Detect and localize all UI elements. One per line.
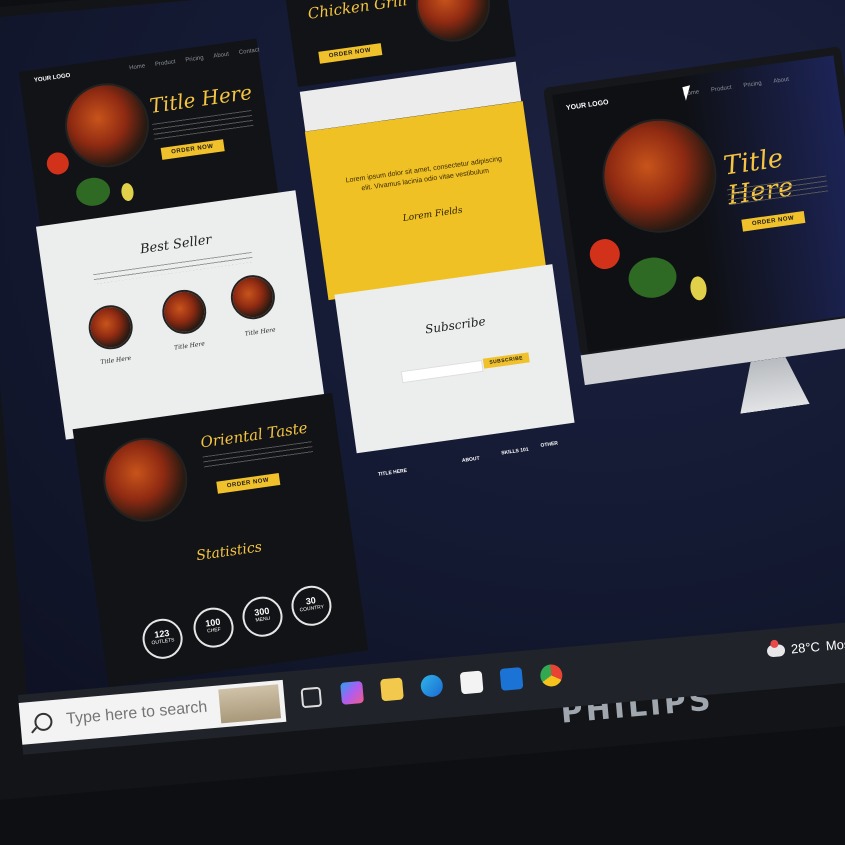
footer-col: SKILLS 101 bbox=[500, 446, 529, 457]
outlook-icon[interactable] bbox=[499, 667, 524, 691]
subscribe-button[interactable]: SUBSCRIBE bbox=[482, 352, 530, 369]
lemon-image bbox=[120, 182, 135, 202]
task-view-icon[interactable] bbox=[300, 686, 323, 709]
item-title: Title Here bbox=[173, 340, 206, 352]
preview-logo: YOUR LOGO bbox=[565, 99, 610, 112]
chrome-icon[interactable] bbox=[539, 663, 564, 688]
preview-monitor: YOUR LOGO Home Product Pricing About Tit… bbox=[543, 46, 845, 405]
pepper-image bbox=[45, 151, 71, 176]
search-highlight-image bbox=[218, 684, 282, 724]
middle-footer: TITLE HERE ABOUT SKILLS 101 OTHER bbox=[366, 433, 585, 541]
nav-item[interactable]: Product bbox=[155, 58, 177, 69]
edge-icon[interactable] bbox=[419, 673, 444, 698]
search-icon bbox=[33, 712, 54, 732]
greens-image bbox=[74, 175, 112, 209]
middle-order-button[interactable]: ORDER NOW bbox=[318, 43, 382, 64]
file-explorer-icon[interactable] bbox=[380, 677, 404, 702]
preview-nav: Home Product Pricing About bbox=[683, 76, 790, 99]
statistics-title: Statistics bbox=[195, 539, 263, 565]
hero-order-button[interactable]: ORDER NOW bbox=[160, 139, 225, 160]
preview-pepper-image bbox=[587, 237, 622, 272]
middle-title: Chicken Grill bbox=[306, 0, 409, 23]
preview-nav-item[interactable]: Pricing bbox=[743, 80, 762, 90]
oriental-food-image bbox=[100, 434, 191, 525]
stat-country: 30 COUNTRY bbox=[288, 583, 335, 629]
store-icon[interactable] bbox=[459, 670, 484, 695]
subscribe-section: Subscribe SUBSCRIBE bbox=[334, 264, 575, 454]
quote-text: Lorem ipsum dolor sit amet, consectetur … bbox=[345, 155, 503, 193]
search-input[interactable] bbox=[63, 695, 229, 731]
stat-menu: 300 MENU bbox=[239, 594, 286, 640]
weather-icon bbox=[766, 643, 786, 658]
nav-item[interactable]: About bbox=[213, 51, 230, 61]
oriental-section: Oriental Taste ORDER NOW Statistics 123 … bbox=[72, 392, 369, 687]
hero-nav: Home Product Pricing About Contact bbox=[129, 46, 260, 72]
subscribe-email-input[interactable] bbox=[400, 359, 484, 384]
stat-chef: 100 CHEF bbox=[190, 605, 237, 651]
nav-item[interactable]: Contact bbox=[238, 46, 260, 57]
weather-text: Mostly bbox=[825, 635, 845, 654]
subscribe-title: Subscribe bbox=[424, 314, 487, 337]
quote-author: Lorem Fields bbox=[402, 205, 464, 224]
best-seller-text bbox=[93, 251, 253, 285]
preview-nav-item[interactable]: About bbox=[773, 76, 790, 86]
preview-monitor-screen: YOUR LOGO Home Product Pricing About Tit… bbox=[552, 55, 845, 353]
item-image bbox=[88, 304, 134, 350]
logo: YOUR LOGO bbox=[33, 72, 71, 84]
footer-col: TITLE HERE bbox=[377, 467, 408, 478]
item-image bbox=[230, 274, 276, 320]
screen: YOUR LOGO Home Product Pricing About Con… bbox=[0, 0, 845, 738]
nav-item[interactable]: Home bbox=[129, 62, 146, 72]
copilot-icon[interactable] bbox=[340, 680, 365, 705]
oriental-order-button[interactable]: ORDER NOW bbox=[216, 473, 280, 494]
middle-food-image bbox=[413, 0, 493, 45]
weather-widget[interactable]: 28°C Mostly bbox=[766, 635, 845, 658]
food-image bbox=[61, 80, 153, 171]
best-seller-title: Best Seller bbox=[139, 232, 213, 258]
item-title: Title Here bbox=[100, 354, 132, 366]
preview-greens-image bbox=[625, 254, 680, 301]
footer-col: ABOUT bbox=[461, 455, 481, 464]
stat-outlets: 123 OUTLETS bbox=[140, 616, 186, 662]
preview-nav-item[interactable]: Product bbox=[711, 84, 733, 95]
preview-lemon-image bbox=[688, 275, 709, 302]
footer-col: OTHER bbox=[540, 440, 559, 449]
item-title: Title Here bbox=[244, 326, 277, 338]
weather-temp: 28°C bbox=[790, 638, 821, 657]
item-image bbox=[161, 289, 207, 335]
preview-food-image bbox=[597, 113, 722, 238]
preview-order-button[interactable]: ORDER NOW bbox=[741, 211, 805, 232]
preview-monitor-stand bbox=[733, 354, 809, 413]
nav-item[interactable]: Pricing bbox=[185, 54, 204, 64]
